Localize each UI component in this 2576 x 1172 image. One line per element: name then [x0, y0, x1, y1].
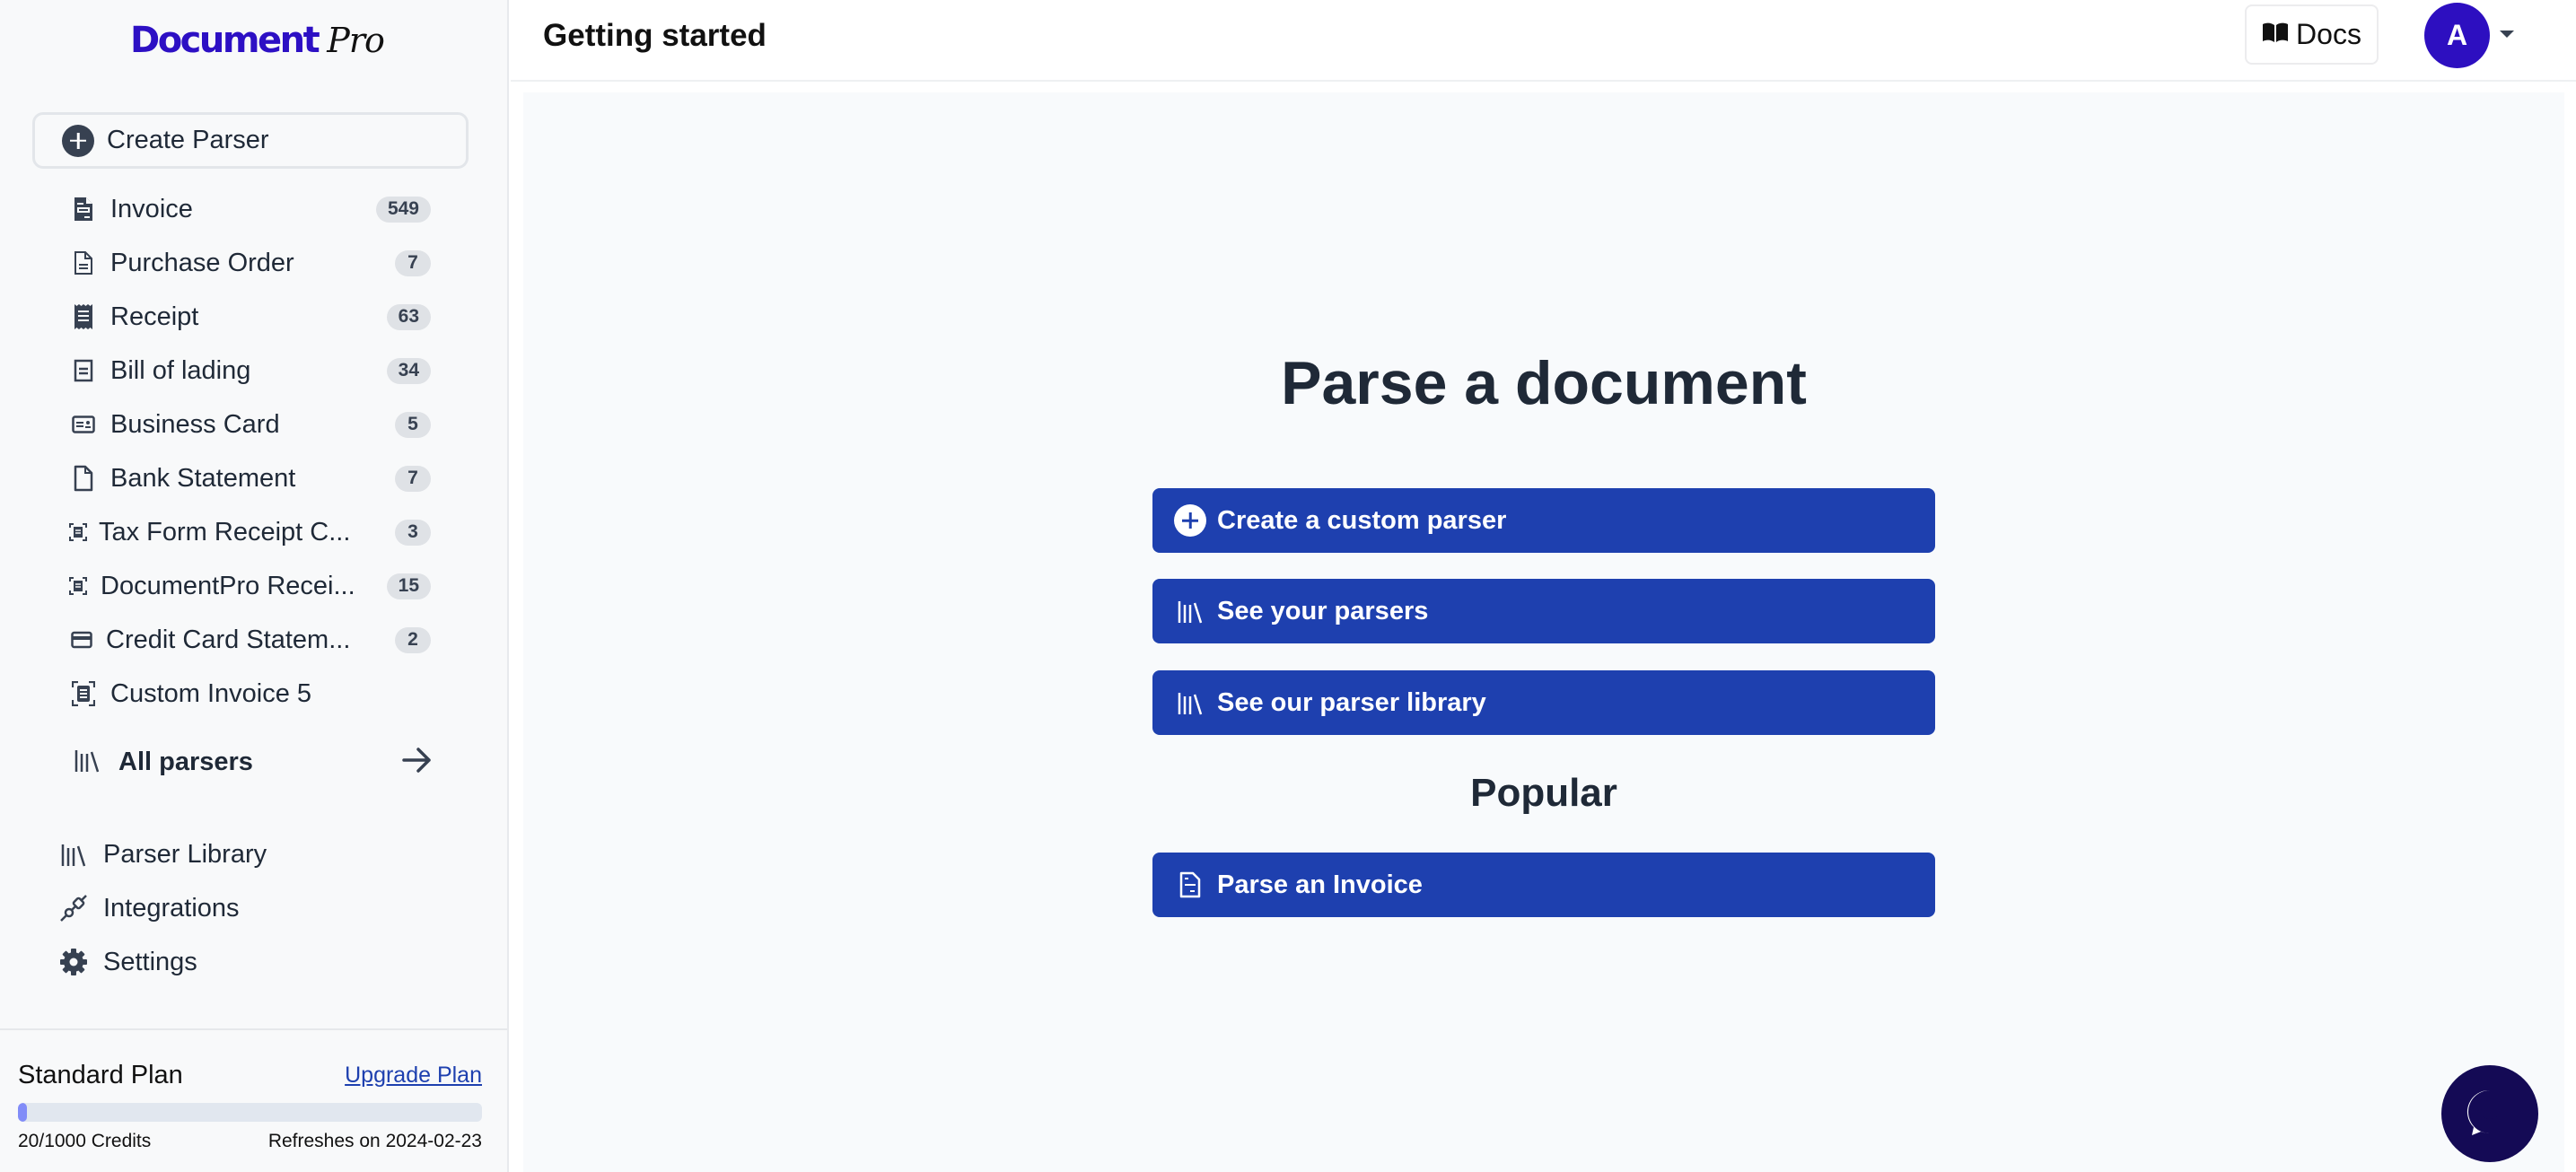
receipt-icon — [70, 303, 97, 330]
all-parsers-label: All parsers — [118, 747, 253, 776]
plan-name: Standard Plan — [18, 1061, 183, 1089]
sidebar-item-integrations[interactable]: Integrations — [0, 881, 509, 935]
credits-progress-bar — [18, 1103, 482, 1122]
parser-count-badge: 34 — [386, 357, 431, 384]
popular-heading: Popular — [1470, 771, 1617, 815]
action-label: Create a custom parser — [1217, 505, 1507, 535]
credit-card-icon — [70, 626, 93, 653]
see-your-parsers-button[interactable]: See your parsers — [1152, 579, 1935, 643]
parser-label: Receipt — [110, 302, 199, 331]
sidebar: Document Pro Create Parser Invoice 549 P… — [0, 0, 509, 1172]
parser-label: Bill of lading — [110, 355, 251, 385]
action-label: Parse an Invoice — [1217, 870, 1423, 899]
sidebar-item-business-card[interactable]: Business Card 5 — [0, 398, 509, 451]
create-parser-button[interactable]: Create Parser — [32, 112, 469, 169]
caret-down-icon[interactable] — [2500, 31, 2514, 38]
main-title: Parse a document — [1281, 349, 1807, 417]
main-content: Parse a document Create a custom parser … — [523, 92, 2564, 1172]
action-label: See our parser library — [1217, 687, 1486, 717]
top-header: Getting started Docs A — [511, 0, 2576, 82]
docs-button[interactable]: Docs — [2245, 4, 2379, 65]
invoice-icon — [70, 196, 97, 223]
open-book-icon — [2262, 22, 2289, 48]
library-icon — [59, 840, 88, 869]
parser-list: Invoice 549 Purchase Order 7 Receipt 63 … — [0, 182, 509, 721]
see-parser-library-button[interactable]: See our parser library — [1152, 670, 1935, 735]
nav-label: Settings — [103, 947, 197, 976]
sidebar-item-credit-card-statement[interactable]: Credit Card Statem... 2 — [0, 613, 509, 667]
parser-label: Purchase Order — [110, 248, 294, 277]
create-custom-parser-button[interactable]: Create a custom parser — [1152, 488, 1935, 553]
brand-logo[interactable]: Document Pro — [130, 20, 385, 65]
sidebar-item-custom-invoice-5[interactable]: Custom Invoice 5 — [0, 667, 509, 721]
sidebar-item-settings[interactable]: Settings — [0, 935, 509, 989]
sidebar-item-invoice[interactable]: Invoice 549 — [0, 182, 509, 236]
sidebar-item-bank-statement[interactable]: Bank Statement 7 — [0, 451, 509, 505]
parser-count-badge: 549 — [375, 196, 431, 223]
credits-text: 20/1000 Credits — [18, 1131, 152, 1151]
parser-label: Custom Invoice 5 — [110, 678, 312, 708]
parse-invoice-button[interactable]: Parse an Invoice — [1152, 853, 1935, 917]
plan-panel: Standard Plan Upgrade Plan 20/1000 Credi… — [0, 1028, 507, 1172]
library-icon — [1174, 595, 1206, 627]
blank-document-icon — [70, 465, 97, 492]
plus-circle-icon — [62, 124, 94, 157]
logo-text-suffix: Pro — [327, 21, 385, 60]
parser-count-badge: 2 — [395, 626, 431, 653]
document-lines-icon — [70, 249, 97, 276]
sidebar-item-bill-of-lading[interactable]: Bill of lading 34 — [0, 344, 509, 398]
nav-label: Parser Library — [103, 839, 267, 869]
upgrade-plan-link[interactable]: Upgrade Plan — [345, 1063, 482, 1089]
parser-label: Invoice — [110, 194, 193, 223]
nav-label: Integrations — [103, 893, 240, 923]
bottom-nav: Parser Library Integrations Settings — [0, 827, 509, 989]
document-scan-icon — [68, 519, 88, 546]
parser-count-badge: 15 — [386, 573, 431, 599]
document-scan-icon — [68, 573, 88, 599]
page-title: Getting started — [543, 18, 767, 53]
parser-label: Credit Card Statem... — [106, 625, 351, 654]
credits-progress-fill — [18, 1103, 28, 1122]
user-avatar[interactable]: A — [2424, 3, 2490, 68]
parser-count-badge: 7 — [395, 249, 431, 276]
docs-label: Docs — [2296, 18, 2361, 50]
parser-count-badge: 5 — [395, 411, 431, 438]
bill-icon — [70, 357, 97, 384]
action-label: See your parsers — [1217, 596, 1429, 625]
chat-bubble-icon — [2466, 1088, 2514, 1141]
parser-label: Bank Statement — [110, 463, 296, 493]
parser-count-badge: 63 — [386, 303, 431, 330]
sidebar-item-receipt[interactable]: Receipt 63 — [0, 290, 509, 344]
sidebar-item-purchase-order[interactable]: Purchase Order 7 — [0, 236, 509, 290]
library-icon — [74, 747, 101, 778]
parser-label: Tax Form Receipt C... — [99, 517, 351, 547]
document-scan-icon — [70, 680, 97, 707]
invoice-icon — [1174, 869, 1206, 901]
chat-widget-button[interactable] — [2441, 1065, 2538, 1162]
contact-card-icon — [70, 411, 97, 438]
refresh-date-text: Refreshes on 2024-02-23 — [267, 1131, 482, 1151]
parser-count-badge: 7 — [395, 465, 431, 492]
parser-count-badge: 3 — [395, 519, 431, 546]
library-icon — [1174, 687, 1206, 719]
plug-icon — [59, 894, 88, 923]
sidebar-item-documentpro-receipt[interactable]: DocumentPro Recei... 15 — [0, 559, 509, 613]
plus-circle-icon — [1174, 504, 1206, 537]
all-parsers-link[interactable]: All parsers — [0, 735, 509, 789]
create-parser-label: Create Parser — [107, 126, 269, 154]
sidebar-item-parser-library[interactable]: Parser Library — [0, 827, 509, 881]
arrow-right-icon[interactable] — [402, 747, 433, 778]
gear-icon — [59, 948, 88, 976]
logo-text-main: Document — [130, 20, 320, 61]
parser-label: DocumentPro Recei... — [101, 571, 355, 600]
sidebar-item-tax-form-receipt[interactable]: Tax Form Receipt C... 3 — [0, 505, 509, 559]
parser-label: Business Card — [110, 409, 280, 439]
